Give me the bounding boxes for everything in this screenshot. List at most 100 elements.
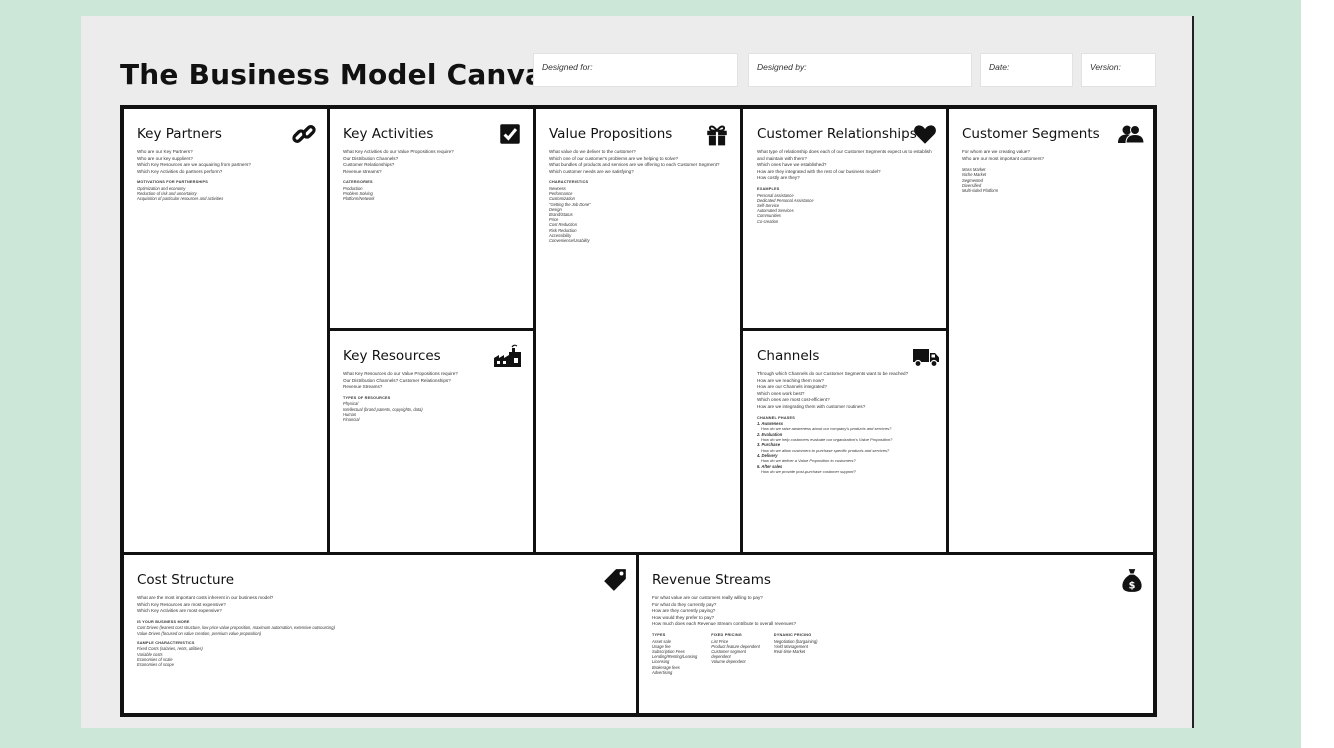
question: How are they integrated with the rest of… bbox=[757, 168, 881, 174]
block-body: What type of relationship does each of o… bbox=[757, 149, 934, 224]
heart-icon bbox=[912, 121, 938, 147]
key-resources-block[interactable]: Key Resources What Key Resources do our … bbox=[330, 331, 533, 552]
question: Our Distribution Channels? Customer Rela… bbox=[343, 377, 451, 383]
sheet-edge bbox=[1192, 16, 1194, 728]
block-title: Customer Segments bbox=[962, 126, 1100, 142]
revenue-column: Fixed pricing List Price Product feature… bbox=[711, 632, 759, 675]
question: What value do we deliver to the customer… bbox=[549, 149, 636, 154]
question: For what do they currently pay? bbox=[652, 601, 717, 607]
block-body: Through which Channels do our Customer S… bbox=[757, 371, 934, 474]
question: Which Key Resources are most expensive? bbox=[137, 601, 226, 607]
list-item: Real-time-Market bbox=[773, 648, 806, 654]
block-body: What value do we deliver to the customer… bbox=[549, 149, 728, 243]
question: What are the most important costs inhere… bbox=[137, 595, 274, 600]
question: How are they currently paying? bbox=[652, 608, 716, 614]
designed-by-field[interactable]: Designed by: bbox=[748, 53, 972, 87]
cost-structure-block[interactable]: Cost Structure What are the most importa… bbox=[124, 555, 636, 713]
list-item: Platform/Network bbox=[343, 196, 375, 202]
block-body: What Key Activities do our Value Proposi… bbox=[343, 149, 521, 202]
block-body: For whom are we creating value? Who are … bbox=[962, 149, 1141, 193]
question: How are we reaching them now? bbox=[757, 377, 824, 383]
question: What Key Activities do our Value Proposi… bbox=[343, 149, 454, 154]
designed-by-label: Designed by: bbox=[757, 62, 807, 72]
phase-detail: How do we provide post-purchase customer… bbox=[761, 468, 856, 474]
customer-relationships-block[interactable]: Customer Relationships What type of rela… bbox=[743, 109, 946, 328]
revenue-column: Types Asset sale Usage fee Subscription … bbox=[652, 632, 697, 675]
question: How much does each Revenue Stream contri… bbox=[652, 621, 797, 627]
section-heading: Types bbox=[652, 632, 666, 637]
block-title: Revenue Streams bbox=[652, 572, 771, 588]
question: Which one of our customer's problems are… bbox=[549, 155, 679, 161]
date-label: Date: bbox=[989, 62, 1010, 72]
date-field[interactable]: Date: bbox=[980, 53, 1073, 87]
money-bag-icon: $ bbox=[1119, 567, 1145, 593]
question: Which Key Activities do partners perform… bbox=[137, 168, 223, 174]
block-title: Value Propositions bbox=[549, 126, 673, 142]
page-title: The Business Model Canvas bbox=[120, 58, 561, 91]
question: Revenue Streams? bbox=[343, 384, 383, 390]
list-item: Financial bbox=[343, 416, 360, 422]
gift-icon bbox=[704, 121, 730, 147]
question: Which Key Activities are most expensive? bbox=[137, 608, 222, 614]
list-item: Volume dependent bbox=[711, 659, 746, 665]
designed-for-field[interactable]: Designed for: bbox=[533, 53, 738, 87]
question: Which ones are most cost-efficient? bbox=[757, 397, 830, 403]
block-body: Who are our Key Partners? Who are our ke… bbox=[137, 149, 315, 202]
people-icon bbox=[1117, 121, 1145, 147]
value-propositions-block[interactable]: Value Propositions What value do we deli… bbox=[536, 109, 740, 552]
revenue-column: Dynamic pricing Negotiation (bargaining)… bbox=[774, 632, 818, 675]
question: For whom are we creating value? bbox=[962, 149, 1030, 154]
section-heading: Channel phases bbox=[757, 415, 795, 420]
question: For what value are our customers really … bbox=[652, 595, 763, 600]
section-heading: Fixed pricing bbox=[711, 632, 742, 637]
list-item: Negotiation (bargaining) bbox=[773, 638, 818, 644]
block-title: Customer Relationships bbox=[757, 126, 917, 142]
delivery-truck-icon bbox=[912, 343, 940, 369]
checkbox-icon bbox=[497, 121, 523, 147]
question: How would they prefer to pay? bbox=[652, 614, 715, 620]
question: Which ones work best? bbox=[757, 390, 805, 396]
list-item: Co-creation bbox=[757, 218, 779, 224]
question: Revenue streams? bbox=[343, 168, 382, 174]
right-margin-strip bbox=[1301, 0, 1334, 748]
customer-segments-block[interactable]: Customer Segments For whom are we creati… bbox=[949, 109, 1153, 552]
question: Who are our key suppliers? bbox=[137, 155, 193, 161]
chain-link-icon bbox=[291, 121, 317, 147]
question: How are we integrating them with custome… bbox=[757, 403, 866, 409]
section-heading: Characteristics bbox=[549, 180, 589, 185]
block-body: What Key Resources do our Value Proposit… bbox=[343, 371, 521, 422]
question: How are our Channels integrated? bbox=[757, 384, 827, 390]
block-body: What are the most important costs inhere… bbox=[137, 595, 624, 667]
question: What type of relationship does each of o… bbox=[757, 149, 932, 161]
question: Through which Channels do our Customer S… bbox=[757, 371, 909, 376]
list-item: Value Driven (focused on value creation,… bbox=[137, 630, 262, 636]
section-heading: Types of resources bbox=[343, 395, 391, 400]
section-heading: Is your business more bbox=[137, 619, 190, 624]
key-partners-block[interactable]: Key Partners Who are our Key Partners? W… bbox=[124, 109, 327, 552]
question: Who are our most important customers? bbox=[962, 155, 1044, 161]
block-title: Key Partners bbox=[137, 126, 222, 142]
revenue-streams-block[interactable]: Revenue Streams $ For what value are our… bbox=[639, 555, 1153, 713]
section-heading: Sample characteristics bbox=[137, 640, 195, 645]
list-item: Advertising bbox=[652, 669, 673, 675]
price-tag-icon bbox=[602, 567, 628, 593]
list-item: Multi-sided Platform bbox=[962, 188, 999, 193]
list-item: Convenience/Usability bbox=[549, 238, 590, 243]
block-body: For what value are our customers really … bbox=[652, 595, 1141, 675]
block-title: Cost Structure bbox=[137, 572, 235, 588]
question: What Key Resources do our Value Proposit… bbox=[343, 371, 458, 376]
section-heading: Examples bbox=[757, 186, 780, 191]
section-heading: Catergories bbox=[343, 180, 373, 185]
list-item: Acquisition of particular resources and … bbox=[137, 196, 224, 202]
section-heading: Motivations for partnerships bbox=[137, 180, 208, 185]
block-title: Channels bbox=[757, 348, 820, 364]
factory-icon bbox=[493, 343, 523, 369]
question: Customer Relationships? bbox=[343, 162, 395, 168]
question: Who are our Key Partners? bbox=[137, 149, 193, 154]
svg-text:$: $ bbox=[1129, 581, 1136, 592]
designed-for-label: Designed for: bbox=[542, 62, 593, 72]
channels-block[interactable]: Channels Through which Channels do our C… bbox=[743, 331, 946, 552]
question: Which Key Resources are we acquairing fr… bbox=[137, 162, 251, 168]
key-activities-block[interactable]: Key Activities What Key Activities do ou… bbox=[330, 109, 533, 328]
version-field[interactable]: Version: bbox=[1081, 53, 1156, 87]
